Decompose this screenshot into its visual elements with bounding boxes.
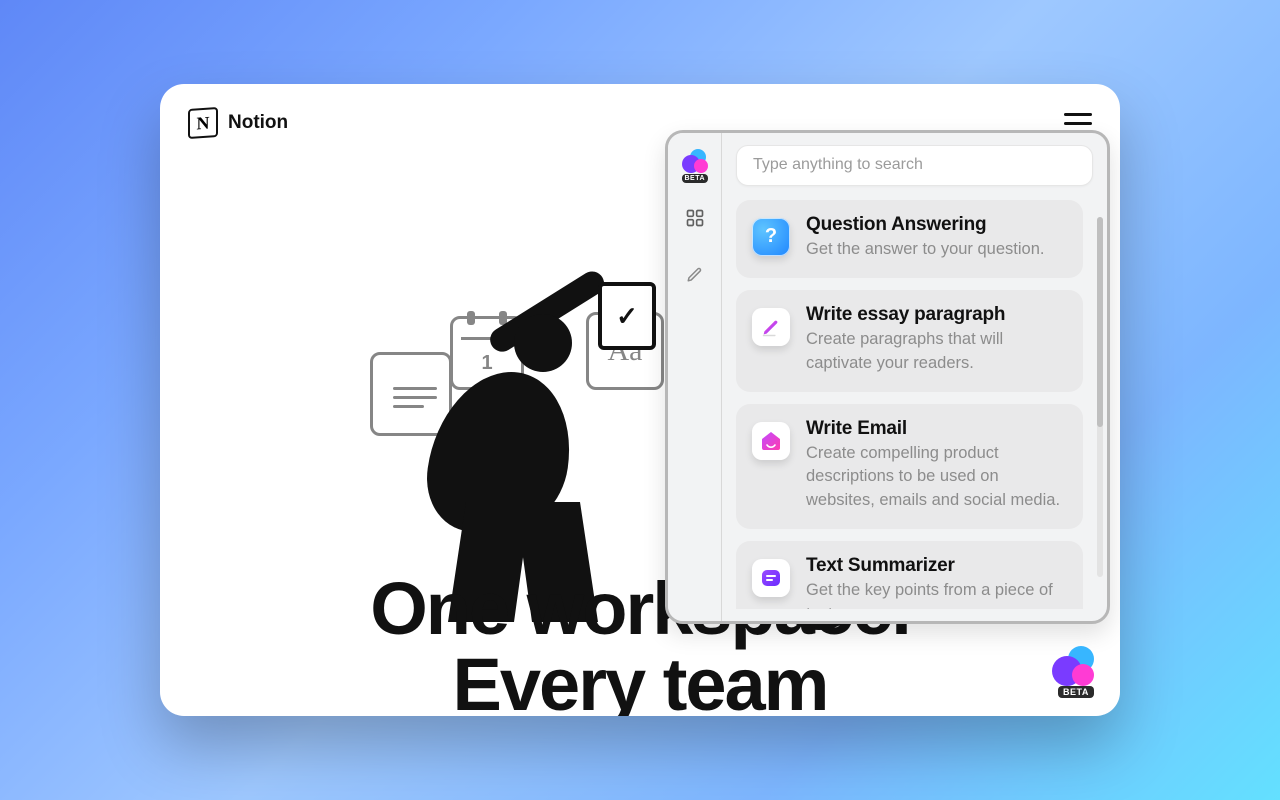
app-window: N Notion 1 Aa ✓ [160,84,1120,716]
ai-card-list: ? Question Answering Get the answer to y… [736,200,1093,609]
ai-panel: BETA ? Question Answering [665,130,1110,624]
ai-search[interactable] [736,145,1093,186]
brand[interactable]: N Notion [188,108,288,138]
ai-rail-pencil[interactable] [680,259,710,289]
logo-blob-icon [694,159,708,173]
beta-badge: BETA [1058,686,1094,698]
ai-card-text-summarizer[interactable]: Text Summarizer Get the key points from … [736,541,1083,609]
pencil-icon [686,265,704,283]
question-icon: ? [752,218,790,256]
ai-card-desc: Create compelling product descriptions t… [806,442,1067,514]
hero-line-2: Every team [453,643,828,716]
scrollbar-thumb[interactable] [1097,217,1103,427]
ai-rail: BETA [668,133,722,621]
hamburger-line-icon [1064,113,1092,116]
ai-card-title: Question Answering [806,214,1067,236]
ai-main: ? Question Answering Get the answer to y… [722,133,1107,621]
ai-card-desc: Get the answer to your question. [806,238,1067,262]
summary-icon [752,559,790,597]
hamburger-line-icon [1064,122,1092,125]
ai-card-desc: Get the key points from a piece of text. [806,579,1067,609]
notion-logo-icon: N [188,107,218,139]
beta-badge: BETA [682,174,709,183]
ai-card-write-essay[interactable]: Write essay paragraph Create paragraphs … [736,290,1083,392]
beta-float-button[interactable]: BETA [1048,644,1100,696]
ai-card-title: Write Email [806,418,1067,440]
brand-name: Notion [228,112,288,134]
ai-card-question-answering[interactable]: ? Question Answering Get the answer to y… [736,200,1083,278]
search-input[interactable] [753,156,1076,174]
ai-card-title: Text Summarizer [806,555,1067,577]
pencil-gradient-icon [752,308,790,346]
house-icon [752,422,790,460]
grid-icon [685,208,705,228]
ai-rail-grid[interactable] [680,203,710,233]
scrollbar-track[interactable] [1097,217,1103,577]
ai-rail-logo[interactable]: BETA [680,147,710,177]
ai-card-title: Write essay paragraph [806,304,1067,326]
ai-card-desc: Create paragraphs that will captivate yo… [806,328,1067,376]
ai-card-write-email[interactable]: Write Email Create compelling product de… [736,404,1083,530]
logo-blob-icon [1072,664,1094,686]
